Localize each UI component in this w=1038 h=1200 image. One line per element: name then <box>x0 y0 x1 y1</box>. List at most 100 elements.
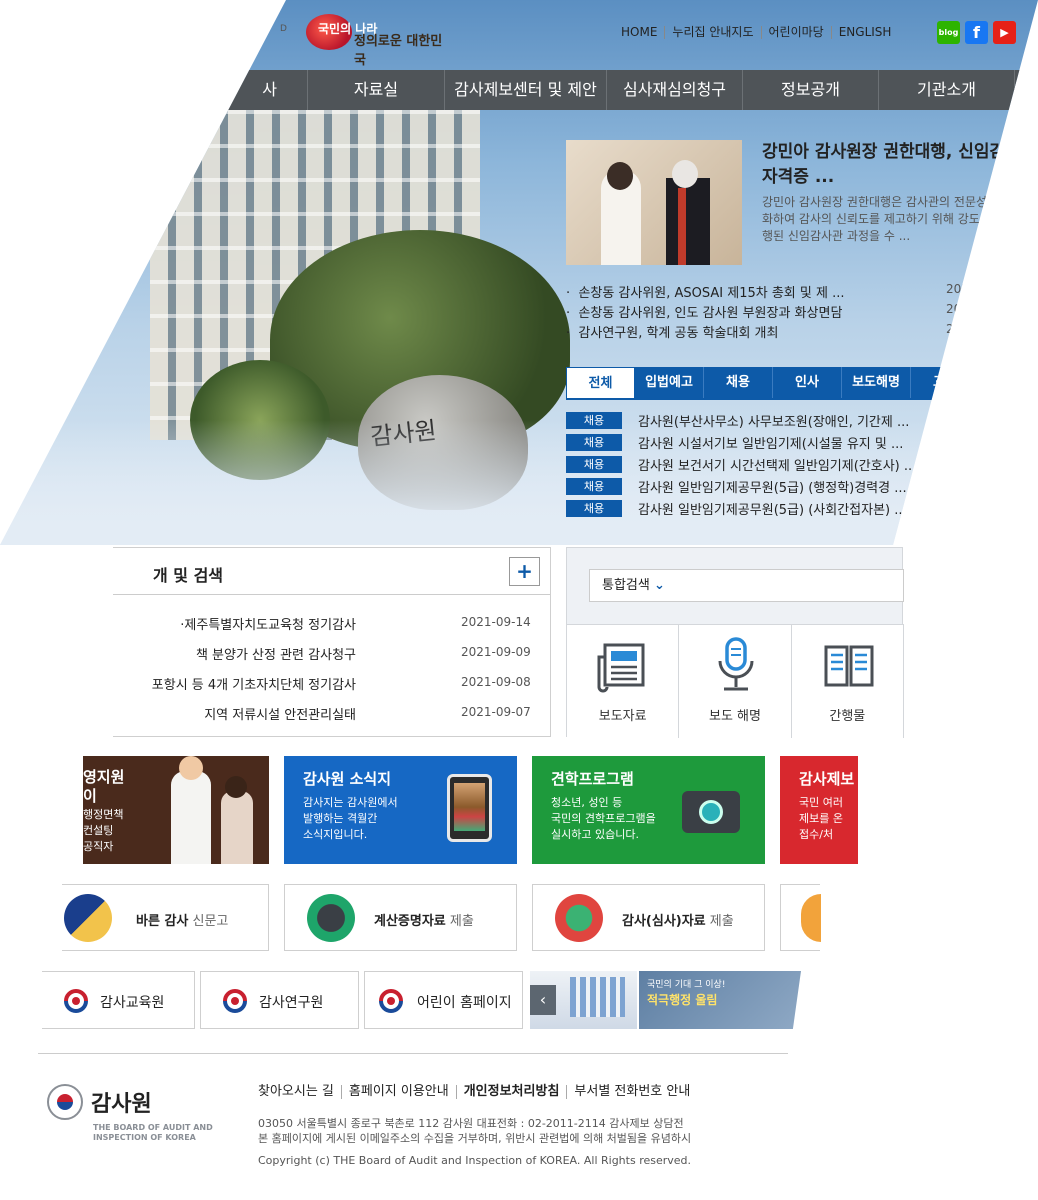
promo-text-1: 국민의 기대 그 이상! <box>647 980 726 990</box>
promo-banner-1[interactable]: ‹ <box>530 971 637 1029</box>
blog-icon[interactable]: blog <box>937 21 960 44</box>
family-sites: 감사교육원 감사연구원 어린이 홈페이지 ‹ 국민의 기대 그 이상! 적극행정… <box>0 971 1038 1029</box>
footer-link-privacy[interactable]: 개인정보처리방침 <box>455 1085 567 1099</box>
banner-desc: 청소년, 성인 등 국민의 견학프로그램을 실시하고 있습니다. <box>551 796 656 841</box>
footer-link-directions[interactable]: 찾아오시는 길 <box>258 1085 341 1099</box>
audit-item[interactable]: ·제주특별자치도교육청 정기감사 2021-09-14 <box>113 614 550 644</box>
link-audit-data[interactable]: 감사(심사)자료 제출 <box>532 884 765 951</box>
banner-newsletter[interactable]: 감사원 소식지 감사지는 감사원에서 발행하는 격월간 소식지입니다. <box>284 756 517 864</box>
top-link-sitemap[interactable]: 누리집 안내지도 <box>664 26 760 39</box>
news-item[interactable]: · 손창동 감사위원, ASOSAI 제15차 총회 및 제 ... 2021 <box>566 282 1006 302</box>
tab-personnel[interactable]: 인사 <box>773 367 842 398</box>
search-panel: 통합검색 ⌄ 보도자료 보도 해명 간행물 <box>566 547 904 738</box>
footer-divider <box>38 1053 788 1054</box>
site-kids[interactable]: 어린이 홈페이지 <box>364 971 523 1029</box>
top-link-home[interactable]: HOME <box>621 26 664 39</box>
book-icon <box>824 645 874 687</box>
top-link-english[interactable]: ENGLISH <box>830 26 899 39</box>
link-label: 감사(심사)자료 제출 <box>622 910 734 929</box>
nav-item-review[interactable]: 심사재심의청구 <box>607 70 743 110</box>
top-link-kids[interactable]: 어린이마당 <box>760 26 831 39</box>
audit-item-text: ·제주특별자치도교육청 정기감사 <box>180 618 356 633</box>
site-label: 어린이 홈페이지 <box>417 995 512 1011</box>
audit-item[interactable]: 지역 저류시설 안전관리실태 2021-09-07 <box>113 704 550 734</box>
quick-publications[interactable]: 간행물 <box>792 625 904 738</box>
news-bullet: · <box>566 306 579 321</box>
notice-item[interactable]: 채용 감사원 일반임기제공무원(5급) (행정학)경력경 ... <box>566 476 1038 498</box>
tablet-icon <box>447 774 492 842</box>
site-audit-education[interactable]: 감사교육원 <box>42 971 195 1029</box>
youtube-icon[interactable]: ▶ <box>993 21 1016 44</box>
audit-divider <box>113 594 550 595</box>
main-nav: 사 자료실 감사제보센터 및 제안 심사재심의청구 정보공개 기관소개 <box>0 70 1038 110</box>
audit-item-text: 책 분양가 산정 관련 감사청구 <box>195 648 356 663</box>
notice-item[interactable]: 채용 감사원 일반임기제공무원(5급) (사회간접자본) ... <box>566 498 1038 520</box>
audit-panel-title: 개 및 검색 <box>153 566 224 585</box>
audit-item[interactable]: 포항시 등 4개 기초자치단체 정기감사 2021-09-08 <box>113 674 550 704</box>
nav-item-disclosure[interactable]: 정보공개 <box>743 70 879 110</box>
link-label-sub: 제출 <box>449 914 474 929</box>
prev-arrow-icon[interactable]: ‹ <box>530 985 556 1015</box>
photo-person-2 <box>666 178 710 265</box>
link-sinmungo[interactable]: 바른 감사 신문고 <box>62 884 269 951</box>
quick-press-clarify[interactable]: 보도 해명 <box>679 625 792 738</box>
person-icon <box>221 791 253 864</box>
news-item-date: 2021 <box>946 302 977 316</box>
notice-item[interactable]: 채용 감사원(부산사무소) 사무보조원(장애인, 기간제 ... <box>566 410 1038 432</box>
news-item[interactable]: · 손창동 감사위원, 인도 감사원 부원장과 화상면담 2021 <box>566 302 1006 322</box>
tab-underline <box>566 398 1038 400</box>
banner-consulting[interactable]: 영지원 이 행정면책 컨설팅 공직자 <box>83 756 269 864</box>
link-label-sub: 제출 <box>709 914 734 929</box>
banner-desc: 감사지는 감사원에서 발행하는 격월간 소식지입니다. <box>303 796 398 841</box>
footer-address-line: 03050 서울특별시 종로구 북촌로 112 감사원 대표전화 : 02-20… <box>258 1117 684 1130</box>
promo-banner-2[interactable]: 국민의 기대 그 이상! 적극행정 울림 <box>639 971 801 1029</box>
tab-press-clarify[interactable]: 보도해명 <box>842 367 911 398</box>
quick-label: 보도자료 <box>598 709 647 724</box>
audit-item[interactable]: 책 분양가 산정 관련 감사청구 2021-09-09 <box>113 644 550 674</box>
nav-item-archive[interactable]: 자료실 <box>308 70 445 110</box>
slogan-logo[interactable]: 국민의 나라 정의로운 대한민국 <box>306 14 446 68</box>
footer-copyright: Copyright (c) THE Board of Audit and Ins… <box>258 1154 692 1167</box>
tab-legislation[interactable]: 입법예고 <box>635 367 704 398</box>
site-audit-research[interactable]: 감사연구원 <box>200 971 359 1029</box>
camera-lens <box>699 800 723 824</box>
news-item[interactable]: · 감사연구원, 학계 공동 학술대회 개최 2021 <box>566 322 1006 342</box>
notice-item[interactable]: 채용 감사원 시설서기보 일반임기제(시설물 유지 및 ... <box>566 432 1038 454</box>
news-summary: 강민아 감사원장 권한대행은 감사관의 전문성을 강화하여 감사의 신뢰도를 제… <box>762 195 1021 243</box>
calculator-icon <box>307 894 355 942</box>
banner-report[interactable]: 감사제보 국민 여러 제보를 온 접수/처 <box>780 756 858 864</box>
audit-item-date: 2021-09-14 <box>461 615 531 629</box>
link-calc-proof[interactable]: 계산증명자료 제출 <box>284 884 517 951</box>
tab-recruit[interactable]: 채용 <box>704 367 773 398</box>
news-photo[interactable] <box>566 140 742 265</box>
banner-title: 견학프로그램 <box>551 770 634 788</box>
nav-item-audit[interactable]: 사 <box>0 70 308 110</box>
notice-item[interactable]: 채용 감사원 보건서기 시간선택제 일반임기제(간호사) ... <box>566 454 1038 476</box>
footer-logo-en: THE BOARD OF AUDIT AND INSPECTION OF KOR… <box>93 1123 213 1142</box>
tablet-screen <box>454 783 485 831</box>
search-scope-select[interactable]: 통합검색 ⌄ <box>589 569 904 602</box>
audit-item-text: 포항시 등 4개 기초자치단체 정기감사 <box>151 678 356 693</box>
tab-all[interactable]: 전체 <box>566 367 635 398</box>
facebook-icon[interactable]: f <box>965 21 988 44</box>
link-partial[interactable] <box>780 884 821 951</box>
tab-education[interactable]: 교육 <box>911 367 980 398</box>
nav-item-about[interactable]: 기관소개 <box>879 70 1015 110</box>
service-links: 바른 감사 신문고 계산증명자료 제출 감사(심사)자료 제출 <box>0 884 1038 951</box>
quick-press-release[interactable]: 보도자료 <box>567 625 680 738</box>
quick-label: 간행물 <box>829 709 866 724</box>
top-links: HOME 누리집 안내지도 어린이마당 ENGLISH <box>621 26 898 39</box>
photo-person-1-head <box>607 162 633 190</box>
link-label-sub: 신문고 <box>192 914 229 929</box>
nav-item-report-center[interactable]: 감사제보센터 및 제안 <box>445 70 607 110</box>
footer-link-guide[interactable]: 홈페이지 이용안내 <box>340 1085 456 1099</box>
person-head <box>179 756 203 780</box>
more-button[interactable]: + <box>509 557 540 586</box>
banner-title: 감사제보 <box>799 770 855 788</box>
footer-link-phone[interactable]: 부서별 전화번호 안내 <box>566 1085 697 1099</box>
newspaper-icon <box>597 643 645 693</box>
notice-badge: 채용 <box>566 478 622 495</box>
link-label: 계산증명자료 제출 <box>374 910 474 929</box>
banner-tour[interactable]: 견학프로그램 청소년, 성인 등 국민의 견학프로그램을 실시하고 있습니다. <box>532 756 765 864</box>
news-headline[interactable]: 강민아 감사원장 권한대행, 신임감사관 자격증 ... <box>762 140 1038 190</box>
